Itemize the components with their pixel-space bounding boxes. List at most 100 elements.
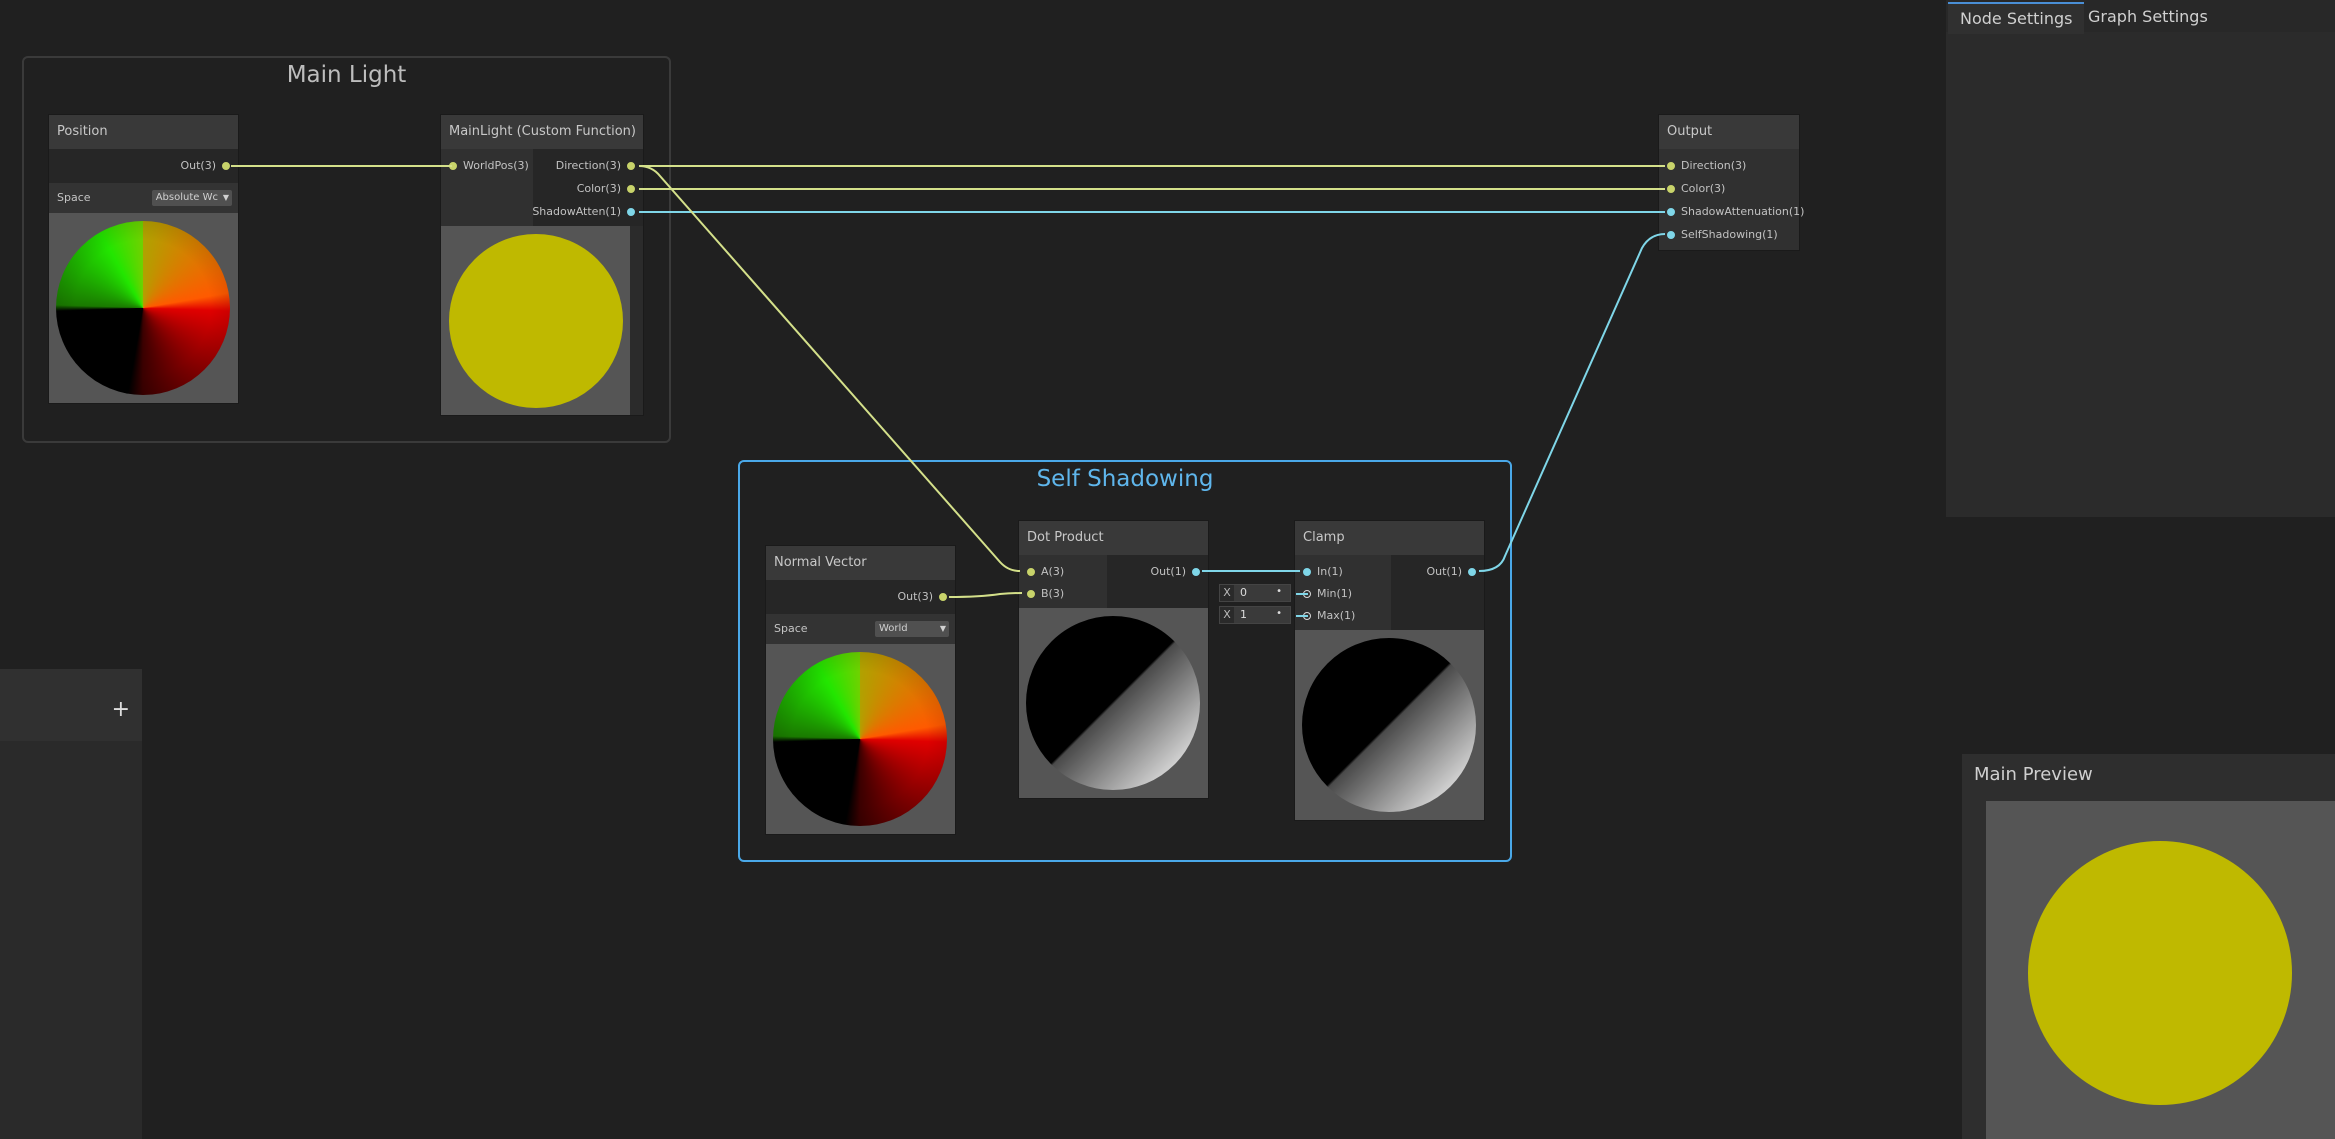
blackboard[interactable]: + bbox=[0, 669, 142, 1139]
port-dot-icon[interactable] bbox=[627, 185, 635, 193]
port-in[interactable]: In(1) bbox=[1303, 562, 1343, 582]
node-title[interactable]: Position bbox=[49, 115, 238, 149]
node-title[interactable]: Clamp bbox=[1295, 521, 1484, 555]
port-out[interactable]: Out(3) bbox=[180, 156, 230, 176]
node-ports: Direction(3) Color(3) ShadowAttenuation(… bbox=[1659, 149, 1804, 250]
preview-sphere bbox=[1026, 616, 1200, 790]
graph-inspector[interactable]: Node Settings Graph Settings bbox=[1946, 0, 2335, 517]
main-preview-sphere bbox=[2028, 841, 2292, 1105]
port-out[interactable]: Out(1) bbox=[1150, 562, 1200, 582]
node-output[interactable]: Output Direction(3) Color(3) ShadowAtten… bbox=[1659, 115, 1804, 250]
port-out[interactable]: Out(3) bbox=[897, 587, 947, 607]
port-label: Out(3) bbox=[180, 159, 216, 172]
tab-node-settings[interactable]: Node Settings bbox=[1948, 2, 2085, 34]
node-ports: A(3) B(3) Out(1) bbox=[1019, 555, 1208, 608]
port-dot-icon[interactable] bbox=[939, 593, 947, 601]
port-dot-icon[interactable] bbox=[1667, 231, 1675, 239]
node-clamp[interactable]: Clamp In(1) Min(1) Max(1) Out(1) bbox=[1295, 521, 1484, 820]
clamp-min-field[interactable]: X 0 • bbox=[1219, 584, 1291, 602]
port-label: Max(1) bbox=[1317, 609, 1356, 622]
port-dot-icon[interactable] bbox=[222, 162, 230, 170]
port-dot-icon[interactable] bbox=[1303, 568, 1311, 576]
port-dot-icon[interactable] bbox=[1303, 590, 1311, 598]
node-preview bbox=[441, 226, 630, 415]
port-a[interactable]: A(3) bbox=[1027, 562, 1064, 582]
port-label: A(3) bbox=[1041, 565, 1065, 578]
port-dot-icon[interactable] bbox=[1192, 568, 1200, 576]
dropdown-caret-icon: ▼ bbox=[222, 193, 229, 202]
port-dot-icon[interactable] bbox=[1667, 185, 1675, 193]
tab-graph-settings[interactable]: Graph Settings bbox=[2076, 2, 2220, 32]
port-dot-icon[interactable] bbox=[1027, 590, 1035, 598]
preview-sphere bbox=[773, 652, 947, 826]
group-title[interactable]: Main Light bbox=[24, 62, 669, 88]
value[interactable]: 1 bbox=[1240, 607, 1247, 623]
port-out[interactable]: Out(1) bbox=[1426, 562, 1476, 582]
node-preview bbox=[1019, 608, 1208, 798]
port-direction[interactable]: Direction(3) bbox=[1667, 156, 1746, 176]
port-max[interactable]: Max(1) bbox=[1303, 606, 1355, 626]
node-title[interactable]: Dot Product bbox=[1019, 521, 1208, 555]
node-position[interactable]: Position Out(3) Space Absolute Wc ▼ bbox=[49, 115, 238, 403]
node-dot-product[interactable]: Dot Product A(3) B(3) Out(1) bbox=[1019, 521, 1208, 798]
port-dot-icon[interactable] bbox=[1667, 208, 1675, 216]
port-dot-icon[interactable] bbox=[1667, 162, 1675, 170]
node-main-light-custom-function[interactable]: MainLight (Custom Function) WorldPos(3) … bbox=[441, 115, 643, 415]
port-label: Direction(3) bbox=[1681, 159, 1747, 172]
port-dot-icon[interactable] bbox=[627, 208, 635, 216]
port-label: ShadowAttenuation(1) bbox=[1681, 205, 1805, 218]
space-row: Space World ▼ bbox=[766, 614, 955, 644]
preview-sphere bbox=[449, 234, 623, 408]
port-label: Out(3) bbox=[897, 590, 933, 603]
node-normal-vector[interactable]: Normal Vector Out(3) Space World ▼ bbox=[766, 546, 955, 834]
port-b[interactable]: B(3) bbox=[1027, 584, 1064, 604]
node-ports: Out(3) bbox=[49, 149, 238, 183]
port-dot-icon[interactable] bbox=[1468, 568, 1476, 576]
node-title[interactable]: Output bbox=[1659, 115, 1799, 149]
port-direction[interactable]: Direction(3) bbox=[556, 156, 635, 176]
space-dropdown-value: World bbox=[879, 623, 908, 634]
preview-sphere bbox=[1302, 638, 1476, 812]
node-ports: In(1) Min(1) Max(1) Out(1) bbox=[1295, 555, 1484, 630]
node-title[interactable]: MainLight (Custom Function) bbox=[441, 115, 643, 149]
port-dot-icon[interactable] bbox=[449, 162, 457, 170]
port-min[interactable]: Min(1) bbox=[1303, 584, 1352, 604]
port-label: WorldPos(3) bbox=[463, 159, 529, 172]
clamp-max-field[interactable]: X 1 • bbox=[1219, 606, 1291, 624]
dropdown-caret-icon: ▼ bbox=[939, 624, 946, 633]
port-dot-icon[interactable] bbox=[627, 162, 635, 170]
space-label: Space bbox=[774, 622, 808, 635]
main-preview[interactable]: Main Preview bbox=[1962, 754, 2335, 1139]
port-label: Direction(3) bbox=[555, 159, 621, 172]
node-ports: WorldPos(3) Direction(3) Color(3) Shadow… bbox=[441, 149, 643, 226]
port-self-shadowing[interactable]: SelfShadowing(1) bbox=[1667, 225, 1778, 245]
node-title[interactable]: Normal Vector bbox=[766, 546, 955, 580]
main-preview-title: Main Preview bbox=[1974, 764, 2093, 785]
port-dot-icon[interactable] bbox=[1027, 568, 1035, 576]
space-dropdown-value: Absolute Wc bbox=[155, 192, 218, 203]
port-shadowatten[interactable]: ShadowAtten(1) bbox=[532, 202, 635, 222]
value[interactable]: 0 bbox=[1240, 585, 1247, 601]
port-label: Out(1) bbox=[1150, 565, 1186, 578]
port-color[interactable]: Color(3) bbox=[577, 179, 635, 199]
port-color[interactable]: Color(3) bbox=[1667, 179, 1725, 199]
port-shadow-attenuation[interactable]: ShadowAttenuation(1) bbox=[1667, 202, 1804, 222]
axis-label: X bbox=[1220, 607, 1234, 623]
port-label: B(3) bbox=[1041, 587, 1065, 600]
group-title[interactable]: Self Shadowing bbox=[740, 466, 1510, 492]
add-property-button[interactable]: + bbox=[112, 699, 130, 721]
port-worldpos[interactable]: WorldPos(3) bbox=[449, 156, 529, 176]
main-preview-viewport[interactable] bbox=[1986, 801, 2335, 1139]
port-label: Out(1) bbox=[1426, 565, 1462, 578]
port-label: SelfShadowing(1) bbox=[1681, 228, 1778, 241]
node-preview bbox=[1295, 630, 1484, 820]
space-dropdown[interactable]: Absolute Wc ▼ bbox=[151, 190, 232, 206]
port-dot-icon[interactable] bbox=[1303, 612, 1311, 620]
space-dropdown[interactable]: World ▼ bbox=[875, 621, 949, 637]
preview-sphere bbox=[56, 221, 230, 395]
node-preview bbox=[49, 213, 238, 403]
space-label: Space bbox=[57, 191, 91, 204]
slider-knob-icon: • bbox=[1276, 608, 1282, 619]
space-row: Space Absolute Wc ▼ bbox=[49, 183, 238, 213]
port-label: Color(3) bbox=[576, 182, 621, 195]
